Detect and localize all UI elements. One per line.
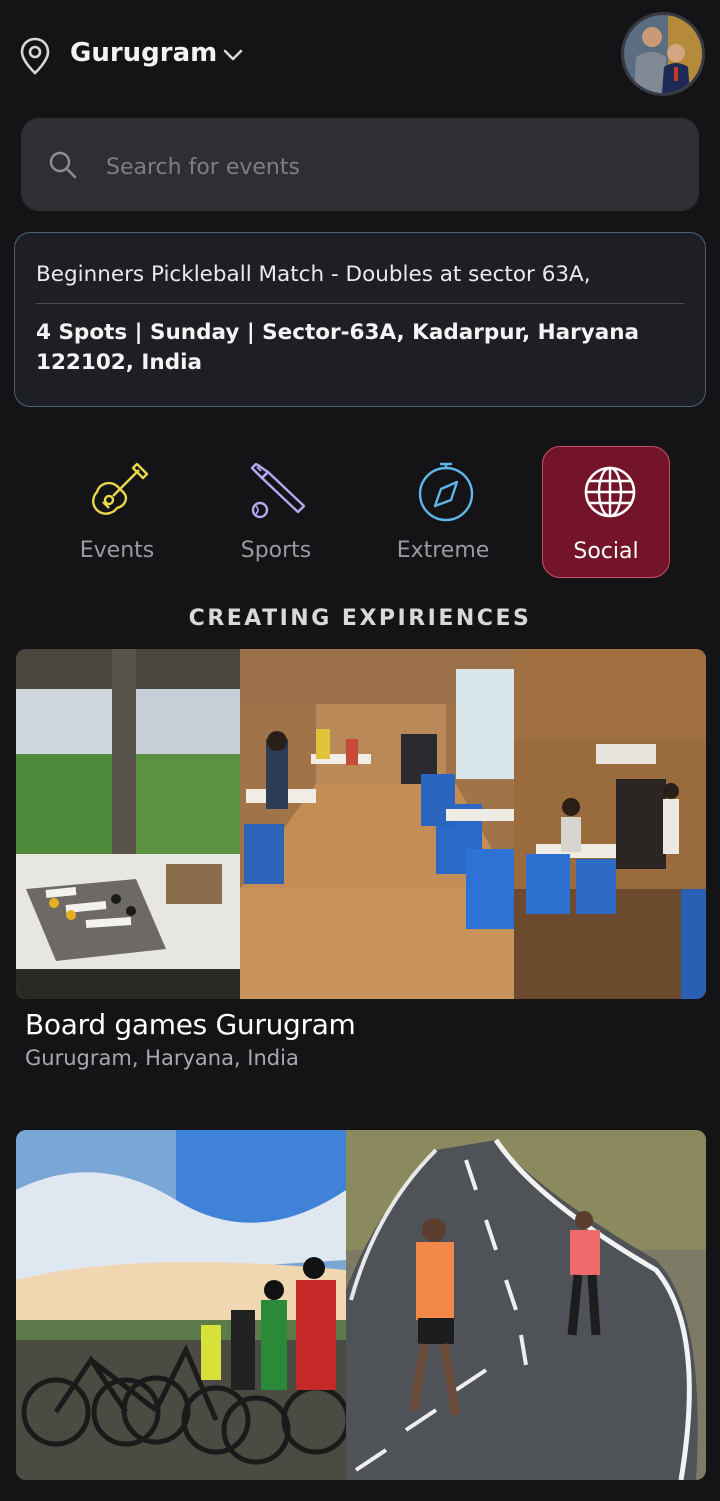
category-social[interactable]: Social [542, 446, 670, 578]
info-card-divider [36, 303, 684, 304]
category-label-events: Events [79, 538, 155, 563]
compass-icon [418, 462, 474, 522]
chevron-down-icon[interactable] [220, 42, 246, 68]
info-card-title: Beginners Pickleball Match - Doubles at … [36, 262, 591, 287]
category-extreme[interactable]: Extreme [379, 446, 507, 578]
guitar-icon [92, 462, 149, 515]
info-card-details: 4 Spots | Sunday | Sector-63A, Kadarpur,… [36, 320, 640, 375]
category-events[interactable]: Events [53, 446, 181, 578]
event-image-cycling-running[interactable] [16, 1130, 706, 1480]
category-label-extreme: Extreme [396, 538, 490, 563]
event-title[interactable]: Board games Gurugram [25, 1008, 356, 1041]
map-pin-icon[interactable] [18, 36, 52, 76]
section-heading: CREATING EXPIRIENCES [188, 606, 532, 631]
event-image-board-games[interactable] [16, 649, 706, 999]
category-label-sports: Sports [240, 538, 312, 563]
app-screen: Gurugram Beginners Pickleball Match - Do… [0, 0, 720, 1501]
globe-icon [584, 466, 636, 518]
event-location: Gurugram, Haryana, India [25, 1046, 299, 1070]
user-avatar[interactable] [621, 12, 705, 96]
cricket-bat-icon [250, 462, 306, 519]
location-name[interactable]: Gurugram [70, 38, 217, 68]
category-label-social: Social [573, 539, 639, 564]
category-sports[interactable]: Sports [212, 446, 340, 578]
search-input[interactable] [104, 146, 644, 188]
search-icon [49, 151, 77, 179]
